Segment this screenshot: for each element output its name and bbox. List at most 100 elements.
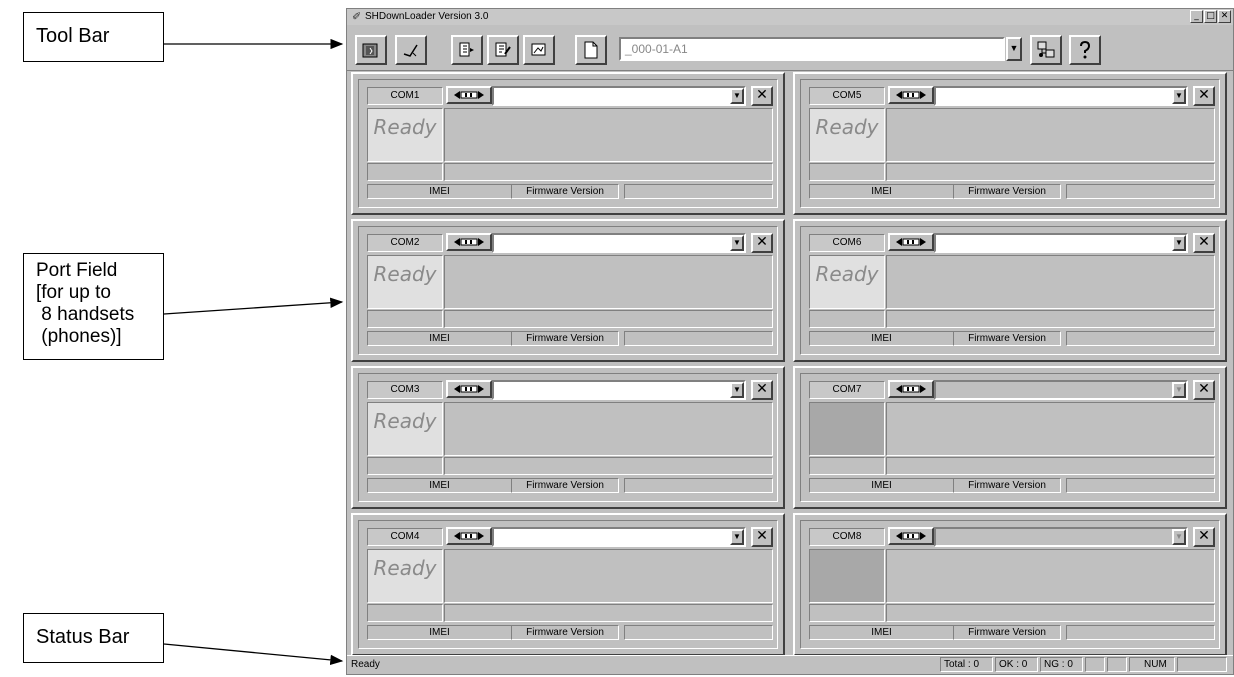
edit-button[interactable]: [487, 35, 519, 65]
port-select[interactable]: ▼: [934, 233, 1188, 253]
port-progress-bar: [444, 163, 773, 181]
imei-label: IMEI: [367, 184, 512, 199]
port-name: COM5: [809, 87, 885, 105]
chevron-down-icon[interactable]: ▼: [1172, 529, 1186, 545]
firmware-version-label: Firmware Version: [511, 184, 619, 199]
port-close-button[interactable]: ✕: [751, 380, 773, 400]
tool-bar-callout: Tool Bar: [23, 12, 164, 62]
open-device-button[interactable]: [355, 35, 387, 65]
connector-icon: [454, 238, 484, 246]
port-progress-label: [367, 310, 443, 328]
import-button[interactable]: [451, 35, 483, 65]
status-bar-callout: Status Bar: [23, 613, 164, 663]
maximize-button[interactable]: □: [1204, 10, 1217, 23]
port-close-button[interactable]: ✕: [751, 233, 773, 253]
port-progress-bar: [444, 457, 773, 475]
port-connect-button[interactable]: [888, 527, 934, 545]
chevron-down-icon[interactable]: ▼: [1172, 235, 1186, 251]
network-button[interactable]: [1030, 35, 1062, 65]
port-status: Ready: [367, 108, 443, 162]
port-field-callout-line-4: (phones)]: [36, 326, 122, 347]
port-select[interactable]: ▼: [934, 86, 1188, 106]
port-connect-button[interactable]: [446, 86, 492, 104]
minimize-button[interactable]: _: [1190, 10, 1203, 23]
firmware-version-value: [1066, 184, 1215, 199]
imei-label: IMEI: [367, 625, 512, 640]
new-file-button[interactable]: [575, 35, 607, 65]
port-close-button[interactable]: ✕: [1193, 233, 1215, 253]
settings-button[interactable]: [523, 35, 555, 65]
port-message-area: [886, 108, 1215, 162]
port-progress-bar: [886, 457, 1215, 475]
chevron-down-icon[interactable]: ▼: [1172, 382, 1186, 398]
window-title: SHDownLoader Version 3.0: [365, 11, 489, 22]
port-select[interactable]: ▼: [492, 233, 746, 253]
file-path-dropdown-button[interactable]: ▼: [1006, 37, 1022, 61]
port-panel-com5: COM5 ▼ ✕ Ready IMEI Firmware Version: [793, 72, 1227, 215]
firmware-version-label: Firmware Version: [511, 625, 619, 640]
app-icon: ✐: [352, 11, 362, 23]
help-button[interactable]: [1069, 35, 1101, 65]
port-name: COM7: [809, 381, 885, 399]
chevron-down-icon[interactable]: ▼: [730, 382, 744, 398]
port-connect-button[interactable]: [888, 380, 934, 398]
port-progress-label: [809, 310, 885, 328]
port-progress-label: [809, 604, 885, 622]
port-select[interactable]: ▼: [492, 527, 746, 547]
close-window-button[interactable]: ✕: [1218, 10, 1231, 23]
port-progress-label: [809, 163, 885, 181]
port-select[interactable]: ▼: [492, 86, 746, 106]
port-panel-com2: COM2 ▼ ✕ Ready IMEI Firmware Version: [351, 219, 785, 362]
port-select[interactable]: ▼: [934, 380, 1188, 400]
chevron-down-icon[interactable]: ▼: [1172, 88, 1186, 104]
num-lock-indicator: NUM: [1129, 657, 1175, 672]
port-select[interactable]: ▼: [934, 527, 1188, 547]
port-connect-button[interactable]: [446, 527, 492, 545]
tool-bar-callout-label: Tool Bar: [36, 25, 110, 47]
connector-icon: [896, 238, 926, 246]
port-connect-button[interactable]: [446, 380, 492, 398]
port-name: COM8: [809, 528, 885, 546]
port-panel-com4: COM4 ▼ ✕ Ready IMEI Firmware Version: [351, 513, 785, 656]
connector-icon: [896, 91, 926, 99]
port-panel-com7: COM7 ▼ ✕ IMEI Firmware Version: [793, 366, 1227, 509]
port-panel-com1: COM1 ▼ ✕ Ready IMEI Firmware Version: [351, 72, 785, 215]
port-connect-button[interactable]: [888, 86, 934, 104]
port-close-button[interactable]: ✕: [751, 86, 773, 106]
port-connect-button[interactable]: [446, 233, 492, 251]
port-name: COM2: [367, 234, 443, 252]
connector-icon: [896, 532, 926, 540]
file-path-field[interactable]: _000-01-A1: [619, 37, 1005, 61]
port-connect-button[interactable]: [888, 233, 934, 251]
firmware-version-label: Firmware Version: [953, 184, 1061, 199]
connector-icon: [454, 91, 484, 99]
settings-icon: [531, 43, 546, 56]
port-progress-bar: [444, 604, 773, 622]
firmware-version-label: Firmware Version: [953, 331, 1061, 346]
port-field: COM1 ▼ ✕ Ready IMEI Firmware Version COM2 ▼ ✕ Rea…: [351, 72, 1227, 656]
port-progress-bar: [444, 310, 773, 328]
port-message-area: [886, 402, 1215, 456]
port-close-button[interactable]: ✕: [1193, 527, 1215, 547]
port-name: COM4: [367, 528, 443, 546]
port-select[interactable]: ▼: [492, 380, 746, 400]
app-window: ✐ SHDownLoader Version 3.0 _ □ ✕ _000-01…: [346, 8, 1234, 675]
port-close-button[interactable]: ✕: [751, 527, 773, 547]
port-message-area: [444, 108, 773, 162]
chevron-down-icon[interactable]: ▼: [730, 88, 744, 104]
chevron-down-icon[interactable]: ▼: [730, 529, 744, 545]
port-status: Ready: [367, 255, 443, 309]
title-bar[interactable]: ✐ SHDownLoader Version 3.0 _ □ ✕: [347, 9, 1233, 25]
port-progress-label: [367, 457, 443, 475]
port-progress-bar: [886, 604, 1215, 622]
firmware-version-label: Firmware Version: [511, 478, 619, 493]
connector-icon: [454, 385, 484, 393]
total-count: Total : 0: [940, 657, 993, 672]
port-close-button[interactable]: ✕: [1193, 380, 1215, 400]
flash-check-button[interactable]: [395, 35, 427, 65]
imei-label: IMEI: [809, 331, 954, 346]
port-close-button[interactable]: ✕: [1193, 86, 1215, 106]
port-field-callout: Port Field [for up to 8 handsets (phones…: [23, 253, 164, 360]
toolbar: _000-01-A1 ▼: [347, 26, 1233, 71]
chevron-down-icon[interactable]: ▼: [730, 235, 744, 251]
